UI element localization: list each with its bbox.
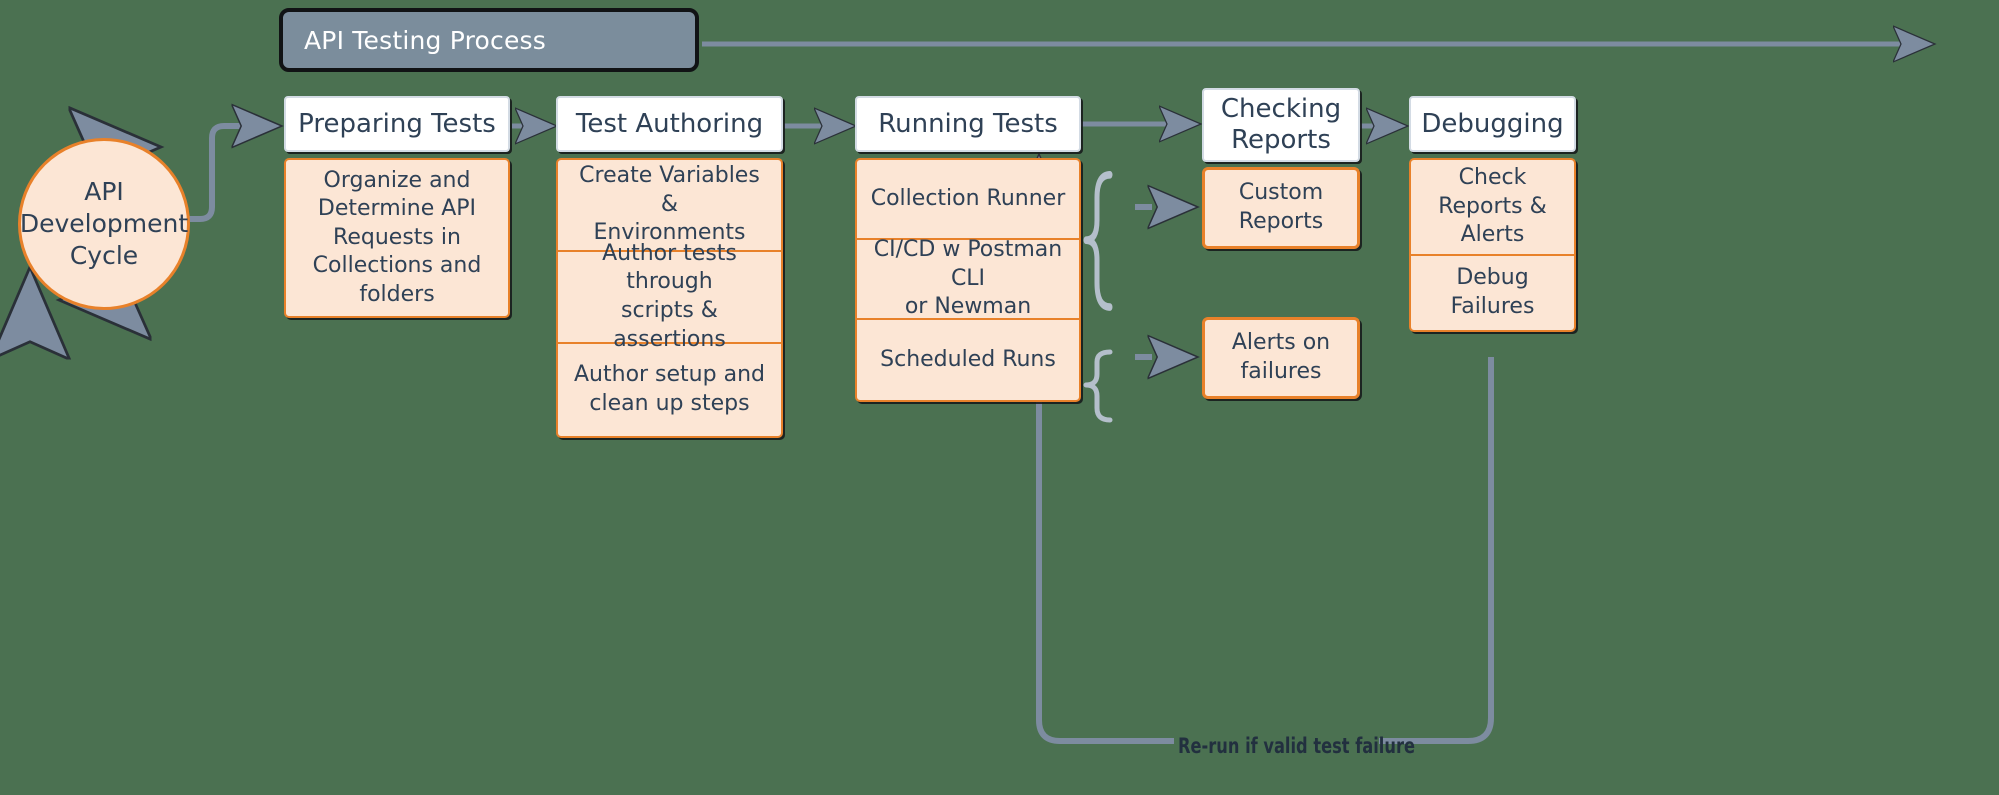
stage-item[interactable]: Check Reports & Alerts xyxy=(1411,160,1574,256)
stage-checking-reports[interactable]: Checking Reports xyxy=(1202,88,1360,162)
stage-item[interactable]: Author setup and clean up steps xyxy=(558,344,781,436)
card-custom-reports[interactable]: Custom Reports xyxy=(1202,167,1360,249)
cycle-label: API Development Cycle xyxy=(19,177,189,270)
stage-item[interactable]: CI/CD w Postman CLI or Newman xyxy=(857,237,1079,320)
stage-item[interactable]: Scheduled Runs xyxy=(857,320,1079,400)
page-title: API Testing Process xyxy=(304,25,546,55)
stage-header-running-tests[interactable]: Running Tests xyxy=(855,96,1081,152)
curly-brace-icon-2 xyxy=(1083,349,1113,423)
curly-brace-icon xyxy=(1083,170,1113,311)
stage-item[interactable]: Debug Failures xyxy=(1411,256,1574,330)
stage-item[interactable]: Organize and Determine API Requests in C… xyxy=(286,160,508,316)
process-title-banner: API Testing Process xyxy=(279,8,699,72)
stage-items-running-tests: Collection Runner CI/CD w Postman CLI or… xyxy=(855,158,1081,402)
stage-header-debugging[interactable]: Debugging xyxy=(1409,96,1576,152)
stage-item[interactable]: Collection Runner xyxy=(857,160,1079,240)
card-alerts-on-failures[interactable]: Alerts on failures xyxy=(1202,317,1360,399)
diagram-canvas: API Testing Process API Development Cycl… xyxy=(0,0,1999,795)
stage-header-test-authoring[interactable]: Test Authoring xyxy=(556,96,783,152)
stage-item[interactable]: Author tests through scripts & assertion… xyxy=(558,241,781,352)
stage-items-preparing-tests: Organize and Determine API Requests in C… xyxy=(284,158,510,318)
stage-item[interactable]: Create Variables & Environments xyxy=(558,160,781,252)
stage-header-preparing-tests[interactable]: Preparing Tests xyxy=(284,96,510,152)
stage-test-authoring[interactable]: Test Authoring Create Variables & Enviro… xyxy=(556,96,783,438)
api-development-cycle-node[interactable]: API Development Cycle xyxy=(18,138,190,310)
stage-debugging[interactable]: Debugging Check Reports & Alerts Debug F… xyxy=(1409,96,1576,332)
rerun-loop-label: Re-run if valid test failure xyxy=(1178,734,1415,758)
stage-items-debugging: Check Reports & Alerts Debug Failures xyxy=(1409,158,1576,332)
cycle-to-preparing-connector xyxy=(180,126,276,222)
stage-items-test-authoring: Create Variables & Environments Author t… xyxy=(556,158,783,438)
stage-running-tests[interactable]: Running Tests Collection Runner CI/CD w … xyxy=(855,96,1081,402)
stage-preparing-tests[interactable]: Preparing Tests Organize and Determine A… xyxy=(284,96,510,318)
stage-header-checking-reports[interactable]: Checking Reports xyxy=(1202,88,1360,162)
